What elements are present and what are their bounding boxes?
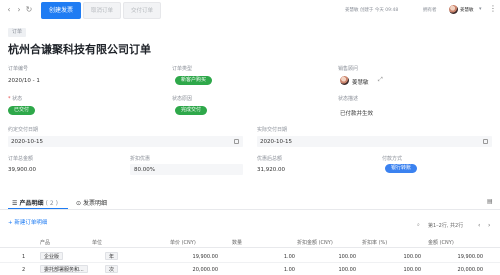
forward-arrow-icon[interactable]: › bbox=[14, 5, 24, 15]
discount-value: 80.00% bbox=[134, 167, 155, 173]
actual-date-field[interactable] bbox=[257, 136, 492, 147]
prev-page-icon[interactable]: ‹ bbox=[478, 222, 480, 229]
col-product[interactable]: 产品 bbox=[40, 239, 50, 246]
row-index: 1 bbox=[22, 254, 26, 260]
create-invoice-button[interactable]: 创建发票 bbox=[41, 2, 81, 19]
calendar-icon[interactable] bbox=[234, 139, 239, 144]
col-qty[interactable]: 数量 bbox=[232, 239, 242, 246]
actual-date-value: 2020-10-15 bbox=[260, 139, 292, 145]
more-options-icon[interactable]: ⋮ bbox=[489, 4, 497, 13]
row-amount: 20,000.00 bbox=[457, 267, 483, 273]
cancel-order-button[interactable]: 取消订单 bbox=[83, 2, 121, 19]
discount-label: 折扣优惠 bbox=[130, 156, 151, 162]
planned-date-value: 2020-10-15 bbox=[11, 139, 43, 145]
row-discount-amount: 100.00 bbox=[338, 267, 357, 273]
discounted-total-label: 优惠后总额 bbox=[257, 156, 283, 162]
chevron-down-icon[interactable]: ▾ bbox=[479, 6, 482, 12]
status-label: 状态 bbox=[8, 95, 22, 102]
row-discount-amount: 100.00 bbox=[338, 254, 357, 260]
row-qty: 1.00 bbox=[283, 267, 295, 273]
total-value: 39,900.00 bbox=[8, 167, 36, 173]
status-reason-tag[interactable]: 完成交付 bbox=[175, 106, 208, 115]
table-header-divider bbox=[0, 247, 500, 248]
owner-avatar[interactable] bbox=[449, 5, 458, 14]
col-unit-price[interactable]: 单价 (CNY) bbox=[170, 239, 196, 246]
col-discount-rate[interactable]: 折扣率 (%) bbox=[362, 239, 387, 246]
payment-tag[interactable]: 银行转账 bbox=[385, 164, 418, 173]
tab-invoices[interactable]: ⊙ 发票明细 bbox=[76, 198, 107, 207]
order-type-tag[interactable]: 新客户购买 bbox=[175, 76, 213, 85]
row-unit[interactable]: 年 bbox=[105, 252, 119, 260]
page-title: 杭州合谦聚科技有限公司订单 bbox=[8, 43, 151, 56]
col-unit[interactable]: 单位 bbox=[92, 239, 102, 246]
status-tag[interactable]: 已交付 bbox=[8, 106, 36, 115]
deliver-order-button[interactable]: 交付订单 bbox=[123, 2, 161, 19]
tab-products[interactable]: ☰ 产品明细 ( 2 ) bbox=[12, 198, 58, 207]
search-icon[interactable]: ⌕ bbox=[417, 222, 420, 228]
row-unit[interactable]: 次 bbox=[105, 265, 119, 273]
pagination-info: 第1–2行, 共2行 bbox=[428, 223, 464, 229]
row-amount: 19,900.00 bbox=[457, 254, 483, 260]
sales-label: 销售顾问 bbox=[338, 66, 359, 72]
calendar-icon[interactable] bbox=[483, 139, 488, 144]
row-qty: 1.00 bbox=[283, 254, 295, 260]
owner-label: 拥有者 bbox=[423, 8, 437, 13]
status-desc-label: 状态描述 bbox=[338, 96, 359, 102]
invoice-icon: ⊙ bbox=[76, 200, 82, 207]
discounted-total-value: 31,920.00 bbox=[257, 167, 285, 173]
order-type-label: 订单类型 bbox=[172, 66, 193, 72]
row-unit-price: 20,000.00 bbox=[192, 267, 218, 273]
col-discount-amount[interactable]: 折扣金额 (CNY) bbox=[297, 239, 333, 246]
order-no-value: 2020/10 - 1 bbox=[8, 78, 40, 84]
row-index: 2 bbox=[22, 267, 26, 273]
toolbar: ‹ › ↻ 创建发票 取消订单 交付订单 姜慧敏 创建于 今天 09:48 拥有… bbox=[0, 0, 500, 22]
new-line-item-button[interactable]: + 新建订单明细 bbox=[8, 218, 47, 226]
table-view-icon[interactable]: ▤ bbox=[487, 198, 493, 205]
row-unit-price: 19,900.00 bbox=[192, 254, 218, 260]
planned-date-field[interactable] bbox=[8, 136, 243, 147]
sales-name[interactable]: 姜慧敏 bbox=[352, 78, 369, 86]
back-arrow-icon[interactable]: ‹ bbox=[4, 5, 14, 15]
owner-name[interactable]: 姜慧敏 bbox=[460, 7, 474, 13]
status-desc-value: 已付款并生效 bbox=[340, 111, 374, 117]
actual-date-label: 实际交付日期 bbox=[257, 127, 288, 133]
total-label: 订单总金额 bbox=[8, 156, 34, 162]
swap-icon[interactable]: ⤢ bbox=[378, 76, 383, 84]
refresh-icon[interactable]: ↻ bbox=[24, 5, 34, 15]
sales-avatar bbox=[340, 76, 349, 85]
row-discount-rate: 100.00 bbox=[403, 267, 422, 273]
payment-label: 付款方式 bbox=[382, 156, 403, 162]
row-product[interactable]: 委托部署服务和... bbox=[40, 265, 88, 273]
record-type-tag: 订单 bbox=[8, 28, 27, 37]
list-icon: ☰ bbox=[12, 200, 18, 207]
tab-divider bbox=[0, 209, 500, 210]
planned-date-label: 约定交付日期 bbox=[8, 127, 39, 133]
created-by: 姜慧敏 创建于 今天 09:48 bbox=[345, 8, 399, 13]
status-reason-label: 状态原因 bbox=[172, 96, 193, 102]
row-discount-rate: 100.00 bbox=[403, 254, 422, 260]
row-product[interactable]: 企业版 bbox=[40, 252, 64, 260]
col-amount[interactable]: 金额 (CNY) bbox=[428, 239, 454, 246]
order-no-label: 订单编号 bbox=[8, 66, 29, 72]
next-page-icon[interactable]: › bbox=[488, 222, 490, 229]
row-divider bbox=[0, 262, 500, 263]
